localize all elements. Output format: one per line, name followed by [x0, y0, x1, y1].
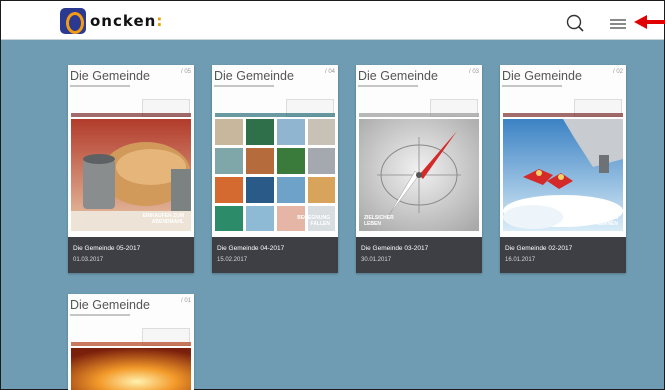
cover-subtitle-line	[70, 85, 130, 87]
issue-cover[interactable]: Die Gemeinde / 04 BEGEGNUNG FALLEN	[212, 65, 338, 237]
oncken-logo[interactable]: oncken:	[60, 8, 163, 34]
cover-headline: VERTRAUEN LERNEN	[586, 215, 618, 227]
cover-accent-bar	[71, 342, 191, 346]
issue-date: 15.02.2017	[217, 257, 248, 263]
cover-accent-bar	[215, 113, 335, 117]
issue-cover[interactable]: Die Gemeinde / 05 EINKAUFEN ZUM ABENDMAH…	[68, 65, 194, 237]
issue-card[interactable]: Die Gemeinde / 02 VERTRAUEN LERNEN Die G…	[500, 65, 626, 273]
cover-issue-number: / 01	[180, 298, 191, 304]
cover-title: Die Gemeinde	[502, 69, 582, 83]
cover-title: Die Gemeinde	[358, 69, 438, 83]
cover-subtitle-line	[70, 314, 130, 316]
issue-date: 01.03.2017	[73, 257, 104, 263]
cover-subtitle-line	[502, 85, 562, 87]
cover-accent-bar	[503, 113, 623, 117]
cover-headline: BEGEGNUNG FALLEN	[297, 215, 330, 227]
issue-cover[interactable]: Die Gemeinde / 01	[68, 294, 194, 390]
cover-subtitle-line	[214, 85, 274, 87]
search-icon[interactable]	[566, 14, 584, 32]
issue-card[interactable]: Die Gemeinde / 04 BEGEGNUNG FALLEN Die G…	[212, 65, 338, 273]
cover-photo-fire	[71, 348, 191, 390]
issue-cover[interactable]: Die Gemeinde / 02 VERTRAUEN LERNEN	[500, 65, 626, 237]
red-arrow-annotation-icon	[634, 15, 665, 29]
issue-card[interactable]: Die Gemeinde / 03 ZIELSICHER LEBEN Die G…	[356, 65, 482, 273]
cover-accent-bar	[359, 113, 479, 117]
issue-title: Die Gemeinde 02-2017	[505, 245, 573, 252]
cover-issue-number: / 04	[324, 69, 335, 75]
cover-accent-bar	[71, 113, 191, 117]
cover-headline: EINKAUFEN ZUM ABENDMAHL	[142, 213, 184, 225]
cover-headline: ZIELSICHER LEBEN	[364, 215, 394, 227]
top-bar: oncken:	[1, 1, 665, 40]
issue-title: Die Gemeinde 04-2017	[217, 245, 285, 252]
issue-info-bar[interactable]: Die Gemeinde 02-2017 16.01.2017	[500, 237, 626, 273]
issue-info-bar[interactable]: Die Gemeinde 03-2017 30.01.2017	[356, 237, 482, 273]
logo-text: oncken:	[90, 12, 164, 30]
cover-title: Die Gemeinde	[214, 69, 294, 83]
cover-title: Die Gemeinde	[70, 69, 150, 83]
issue-title: Die Gemeinde 03-2017	[361, 245, 429, 252]
issue-cover[interactable]: Die Gemeinde / 03 ZIELSICHER LEBEN	[356, 65, 482, 237]
issue-card[interactable]: Die Gemeinde / 01	[68, 294, 194, 390]
cover-issue-number: / 02	[612, 69, 623, 75]
cover-issue-number: / 03	[468, 69, 479, 75]
issue-date: 30.01.2017	[361, 257, 392, 263]
cover-subtitle-line	[358, 85, 418, 87]
issue-date: 16.01.2017	[505, 257, 536, 263]
issue-info-bar[interactable]: Die Gemeinde 05-2017 01.03.2017	[68, 237, 194, 273]
issue-info-bar[interactable]: Die Gemeinde 04-2017 15.02.2017	[212, 237, 338, 273]
issue-title: Die Gemeinde 05-2017	[73, 245, 141, 252]
issue-card[interactable]: Die Gemeinde / 05 EINKAUFEN ZUM ABENDMAH…	[68, 65, 194, 273]
hamburger-menu-icon[interactable]	[608, 17, 628, 31]
cover-title: Die Gemeinde	[70, 298, 150, 312]
cover-issue-number: / 05	[180, 69, 191, 75]
logo-mark-icon	[60, 8, 86, 34]
